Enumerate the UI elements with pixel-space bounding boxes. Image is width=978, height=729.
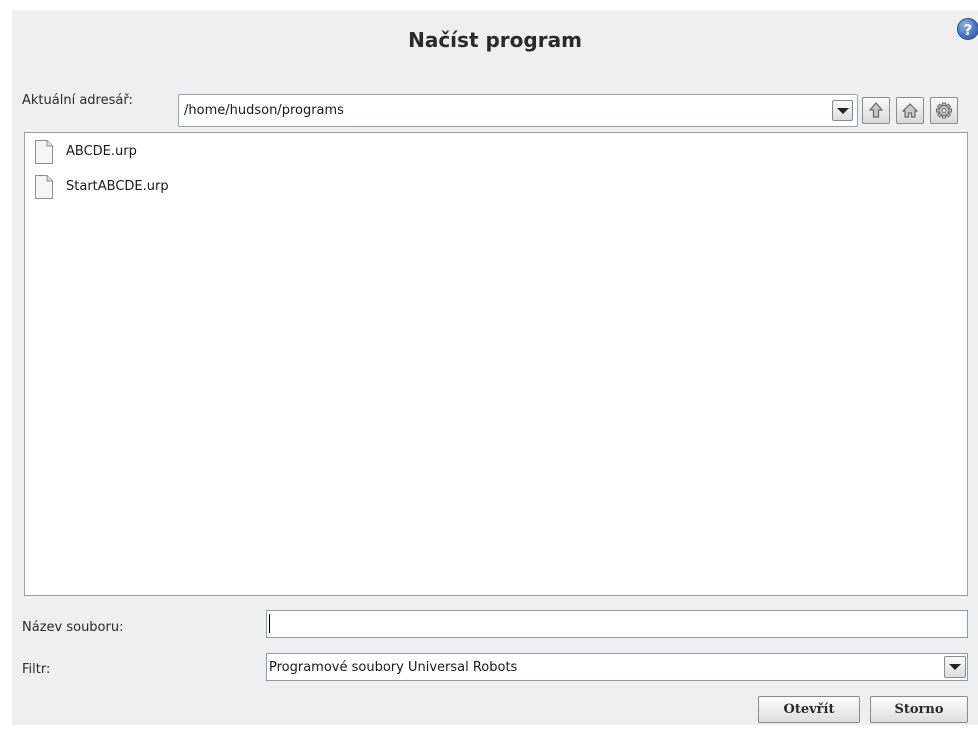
chevron-down-icon[interactable] [832, 100, 853, 121]
current-directory-combo[interactable]: /home/hudson/programs [178, 94, 858, 127]
filter-value: Programové soubory Universal Robots [269, 660, 518, 675]
up-directory-button[interactable] [862, 97, 890, 124]
file-list-item[interactable]: StartABCDE.urp [34, 174, 334, 200]
help-glyph: ? [963, 21, 973, 39]
dialog-title: Načíst program [408, 28, 582, 52]
cancel-button[interactable]: Storno [870, 696, 968, 723]
gear-icon [936, 102, 952, 119]
document-icon [35, 175, 53, 199]
filter-label: Filtr: [22, 662, 51, 677]
home-icon [902, 103, 918, 118]
document-icon [35, 140, 53, 164]
directory-settings-button[interactable] [930, 97, 958, 124]
current-directory-value: /home/hudson/programs [184, 103, 344, 118]
help-icon[interactable]: ? [957, 18, 978, 40]
filter-select[interactable]: Programové soubory Universal Robots [266, 653, 968, 681]
file-list[interactable]: ABCDE.urp StartABCDE.urp [24, 132, 968, 596]
text-caret [269, 614, 270, 633]
current-directory-label: Aktuální adresář: [22, 93, 133, 108]
filename-input[interactable] [266, 610, 968, 638]
arrow-up-icon [868, 102, 884, 118]
filename-label: Název souboru: [22, 620, 124, 635]
file-name: StartABCDE.urp [66, 179, 169, 194]
chevron-down-icon[interactable] [944, 656, 966, 678]
open-button[interactable]: Otevřít [758, 696, 860, 723]
load-program-dialog: Načíst program ? Aktuální adresář: /home… [12, 10, 978, 725]
home-directory-button[interactable] [896, 97, 924, 124]
file-list-item[interactable]: ABCDE.urp [34, 139, 334, 165]
file-name: ABCDE.urp [66, 144, 137, 159]
